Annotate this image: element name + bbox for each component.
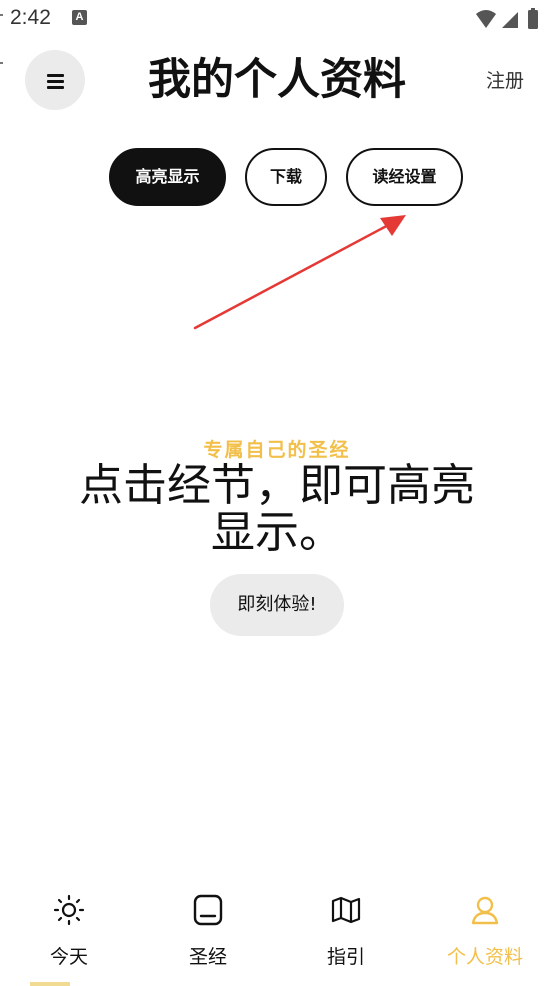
segment-reading-settings[interactable]: 读经设置: [346, 148, 463, 206]
page-title: 我的个人资料: [148, 55, 406, 105]
hamburger-menu-icon: [47, 74, 64, 77]
hero-title: 点击经节，即可高亮显示。: [79, 460, 475, 558]
nav-label-guide: 指引: [326, 946, 365, 968]
nav-item-today[interactable]: 今天: [0, 880, 138, 980]
bible-book-icon: [193, 894, 223, 926]
nav-label-bible: 圣经: [188, 946, 227, 968]
nav-label-profile: 个人资料: [446, 946, 523, 968]
nav-label-today: 今天: [49, 946, 88, 968]
map-icon: [331, 896, 361, 924]
status-icons: [476, 8, 538, 29]
nav-item-bible[interactable]: 圣经: [139, 880, 277, 980]
menu-button[interactable]: [25, 50, 85, 110]
segment-download[interactable]: 下载: [245, 148, 327, 206]
register-link[interactable]: 注册: [486, 68, 524, 94]
hero-kicker: 专属自己的圣经: [203, 439, 351, 461]
sun-icon: [53, 894, 85, 926]
status-bar: 2:42 A: [0, 0, 554, 38]
nav-item-guide[interactable]: 指引: [277, 880, 415, 980]
wifi-icon: [476, 10, 496, 28]
try-now-button[interactable]: 即刻体验!: [210, 574, 344, 636]
annotation-arrow: [193, 215, 406, 330]
battery-icon: [528, 10, 538, 29]
status-time: 2:42: [10, 6, 51, 29]
segment-highlight[interactable]: 高亮显示: [109, 148, 226, 206]
header: 我的个人资料 注册: [0, 48, 554, 112]
profile-icon: [471, 896, 499, 925]
nav-item-profile[interactable]: 个人资料: [416, 880, 554, 980]
notification-icon: A: [72, 10, 87, 25]
bottom-nav: 今天 圣经 指引 个人资料: [0, 880, 554, 986]
signal-icon: [502, 12, 518, 28]
bottom-edge: [30, 982, 70, 986]
